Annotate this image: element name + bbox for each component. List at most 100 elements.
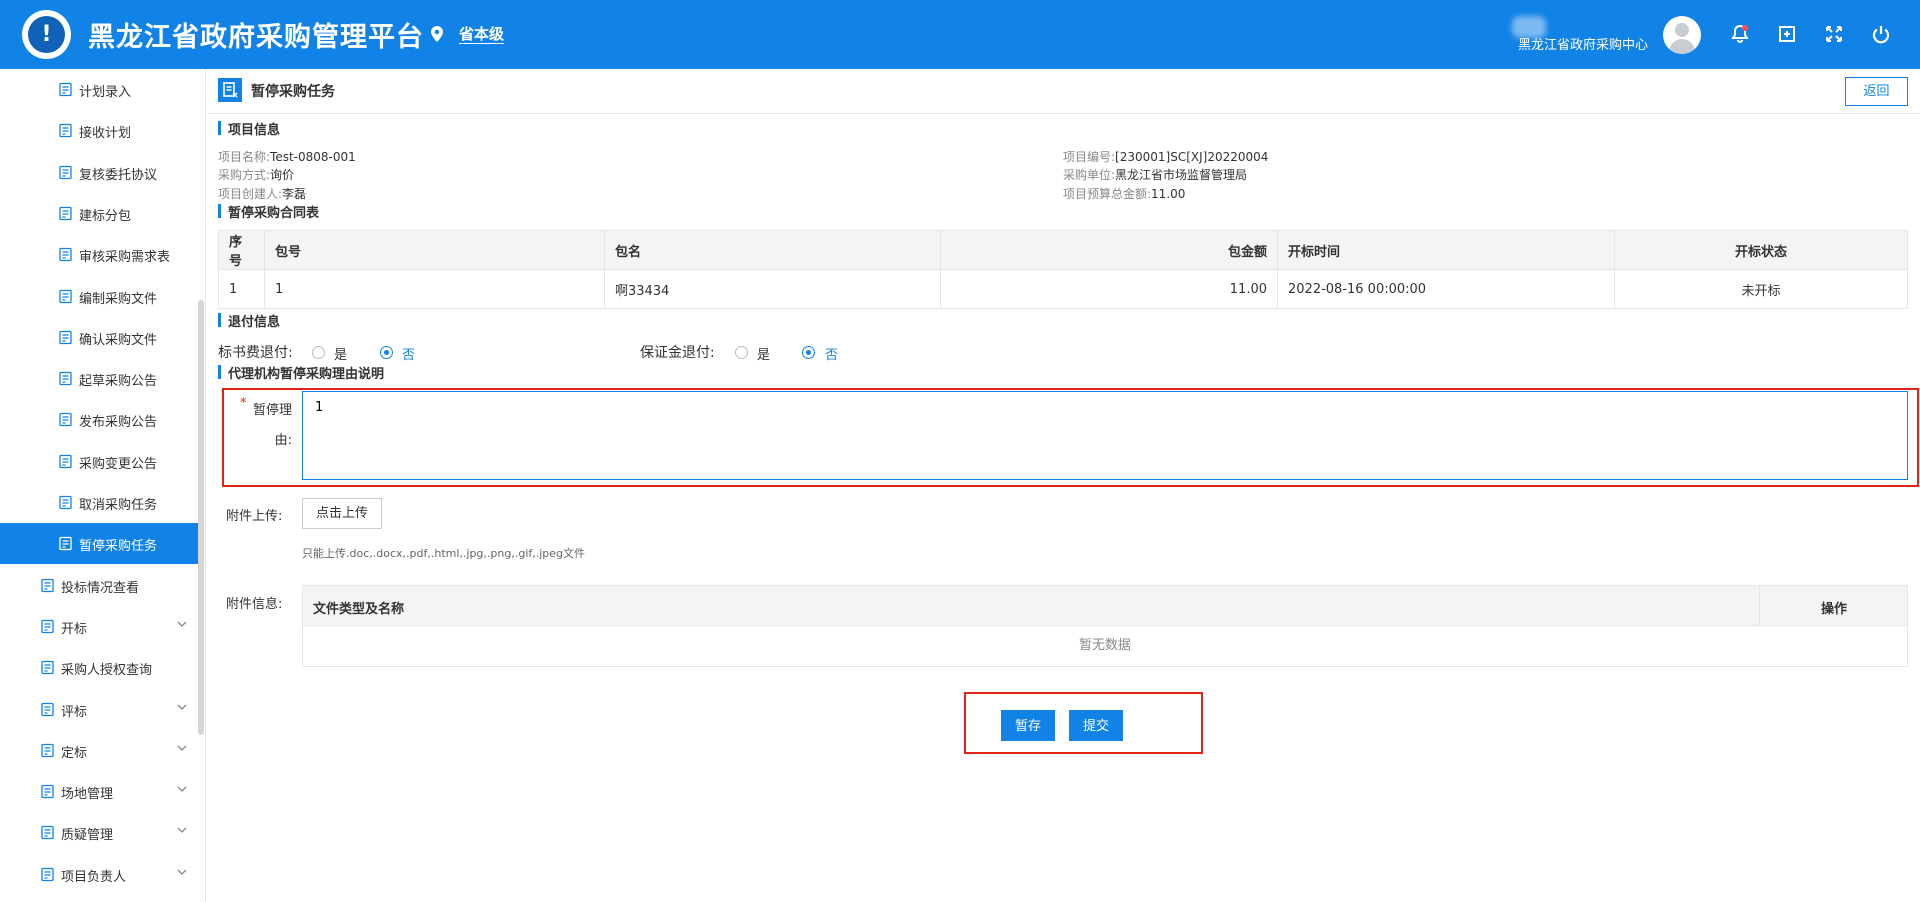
document-icon	[59, 289, 72, 303]
bid-fee-yes-radio[interactable]	[312, 346, 325, 359]
sidebar-item-7[interactable]: 确认采购文件	[0, 317, 198, 358]
deposit-no-radio[interactable]	[802, 346, 815, 359]
title-divider	[207, 113, 1920, 114]
project-creator-value: 李磊	[282, 187, 307, 201]
cart-icon	[59, 371, 72, 386]
cart-icon	[41, 826, 54, 840]
sidebar-item-5[interactable]: 审核采购需求表	[0, 234, 198, 275]
sidebar-group-label: 采购人授权查询	[61, 663, 153, 679]
power-icon[interactable]	[1871, 24, 1891, 44]
sidebar-group-4[interactable]: 评标	[0, 689, 198, 730]
project-creator-row: 项目创建人:李磊	[218, 187, 307, 201]
project-code-row: 项目编号:[230001]SC[XJ]20220004	[1063, 150, 1269, 164]
col-open-time: 开标时间	[1277, 230, 1615, 270]
project-code-value: [230001]SC[XJ]20220004	[1115, 150, 1269, 164]
user-avatar[interactable]	[1663, 16, 1701, 54]
sidebar-item-3[interactable]: 复核委托协议	[0, 152, 198, 193]
region-selector[interactable]: 省本级	[459, 23, 504, 44]
chevron-down-icon[interactable]	[176, 742, 188, 754]
sidebar-item-6[interactable]: 编制采购文件	[0, 276, 198, 317]
section-project-info: 项目信息	[218, 119, 280, 138]
sidebar-scrollbar[interactable]	[198, 300, 204, 735]
cell-open-status: 未开标	[1614, 269, 1908, 309]
gavel-icon	[41, 619, 54, 634]
sidebar-group-8[interactable]: 项目负责人	[0, 854, 198, 895]
deposit-yes-label[interactable]: 是	[757, 344, 770, 363]
bid-fee-yes-label[interactable]: 是	[334, 344, 347, 363]
sidebar-group-3[interactable]: 采购人授权查询	[0, 647, 198, 688]
chevron-down-icon[interactable]	[176, 824, 188, 836]
upload-hint: 只能上传.doc,.docx,.pdf,.html,.jpg,.png,.gif…	[302, 547, 586, 560]
sidebar-item-label: 审核采购需求表	[79, 250, 171, 266]
attachment-table: 文件类型及名称 操作 暂无数据	[302, 585, 1908, 667]
sidebar-item-4[interactable]: 建标分包	[0, 193, 198, 234]
cell-package-name: 啊33434	[604, 269, 941, 309]
sidebar-item-8[interactable]: 起草采购公告	[0, 358, 198, 399]
back-button[interactable]: 返回	[1845, 77, 1908, 106]
sidebar-item-2[interactable]: 接收计划	[0, 110, 198, 151]
document-icon	[59, 165, 72, 179]
sidebar-item-label: 取消采购任务	[79, 498, 158, 513]
project-name-row: 项目名称:Test-0808-001	[218, 150, 356, 164]
sidebar-group-7[interactable]: 质疑管理	[0, 812, 198, 853]
sidebar-item-label: 复核委托协议	[79, 167, 158, 183]
chevron-down-icon[interactable]	[176, 783, 188, 795]
page-title: 暂停采购任务	[251, 84, 335, 100]
sidebar-group-5[interactable]: 定标	[0, 730, 198, 771]
screen-icon[interactable]	[1777, 24, 1797, 44]
cell-package-amount: 11.00	[940, 269, 1278, 309]
contract-table: 序号 包号 包名 包金额 开标时间 开标状态 1 1 啊33434 11.00 …	[218, 230, 1908, 309]
form-icon	[59, 82, 72, 97]
bid-fee-label: 标书费退付:	[218, 345, 293, 361]
sidebar-item-10[interactable]: 采购变更公告	[0, 441, 198, 482]
col-index: 序号	[218, 230, 265, 270]
app-title: 黑龙江省政府采购管理平台	[88, 22, 424, 53]
chevron-down-icon[interactable]	[176, 701, 188, 713]
sidebar-group-label: 投标情况查看	[61, 580, 140, 596]
user-circle-icon	[41, 867, 54, 881]
upload-label: 附件上传:	[226, 509, 283, 524]
sidebar-group-1[interactable]: 投标情况查看	[0, 565, 198, 606]
chevron-down-icon[interactable]	[176, 866, 188, 878]
required-mark: *	[240, 396, 247, 411]
users-icon	[59, 413, 72, 427]
sidebar-item-11[interactable]: 取消采购任务	[0, 482, 198, 523]
bid-fee-no-label[interactable]: 否	[402, 344, 415, 363]
sidebar-item-1[interactable]: 计划录入	[0, 69, 198, 110]
sidebar-item-label: 起草采购公告	[79, 374, 158, 390]
submit-button[interactable]: 提交	[1069, 710, 1123, 741]
fullscreen-icon[interactable]	[1824, 24, 1844, 44]
sidebar-item-label: 确认采购文件	[79, 332, 158, 348]
col-action: 操作	[1821, 602, 1848, 617]
sidebar-item-9[interactable]: 发布采购公告	[0, 399, 198, 440]
project-budget-value: 11.00	[1151, 187, 1186, 201]
table-row: 1 1 啊33434 11.00 2022-08-16 00:00:00 未开标	[218, 269, 1908, 309]
deposit-no-label[interactable]: 否	[825, 344, 838, 363]
sidebar-group-label: 定标	[61, 745, 88, 761]
sidebar-item-label: 建标分包	[79, 208, 132, 224]
sidebar-item-label: 编制采购文件	[79, 291, 158, 307]
bell-icon[interactable]	[1730, 24, 1750, 44]
col-file-name: 文件类型及名称	[313, 602, 405, 617]
search-doc-icon	[41, 578, 54, 592]
sidebar-item-12[interactable]: 暂停采购任务	[0, 523, 198, 565]
top-header: ! 黑龙江省政府采购管理平台 省本级 黑龙江省政府采购中心	[0, 0, 1920, 69]
list-icon	[59, 454, 72, 468]
chevron-down-icon[interactable]	[176, 618, 188, 630]
sidebar: 计划录入接收计划复核委托协议 建标分包审核采购需求表 编制采购文件 确认采购文件 起草采…	[0, 69, 198, 902]
save-draft-button[interactable]: 暂存	[1001, 710, 1055, 741]
pause-reason-textarea[interactable]	[302, 391, 1908, 480]
sidebar-item-label: 接收计划	[79, 126, 132, 142]
location-pin-icon	[431, 26, 443, 42]
sidebar-group-6[interactable]: 场地管理	[0, 771, 198, 812]
upload-button[interactable]: 点击上传	[302, 498, 382, 529]
badge-icon	[41, 702, 54, 716]
sidebar-group-label: 开标	[61, 621, 88, 637]
deposit-yes-radio[interactable]	[735, 346, 748, 359]
section-reason: 代理机构暂停采购理由说明	[218, 363, 384, 382]
sidebar-group-2[interactable]: 开标	[0, 606, 198, 647]
project-name-value: Test-0808-001	[270, 150, 356, 164]
table-header-row: 序号 包号 包名 包金额 开标时间 开标状态	[218, 230, 1908, 270]
bid-fee-no-radio[interactable]	[380, 346, 393, 359]
pause-doc-icon	[59, 537, 72, 551]
